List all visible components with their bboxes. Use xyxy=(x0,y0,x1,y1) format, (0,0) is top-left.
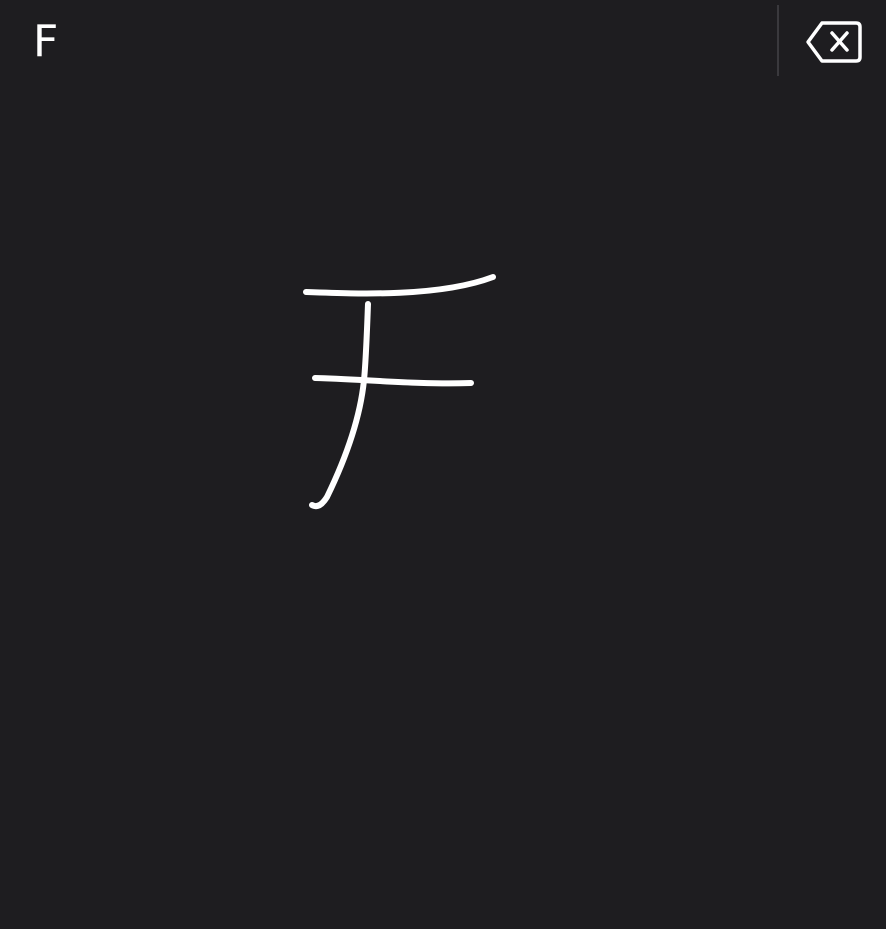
stroke-vertical-curve xyxy=(309,301,371,510)
top-bar: F xyxy=(0,0,886,82)
handwriting-canvas[interactable] xyxy=(0,82,886,929)
delete-button[interactable] xyxy=(800,16,866,70)
stroke-top-horizontal xyxy=(303,274,496,297)
divider xyxy=(777,5,779,76)
handwriting-strokes xyxy=(303,274,496,510)
delete-backward-icon xyxy=(806,21,862,63)
candidate-suggestion[interactable]: F xyxy=(33,14,58,70)
stroke-middle-horizontal xyxy=(312,375,474,387)
